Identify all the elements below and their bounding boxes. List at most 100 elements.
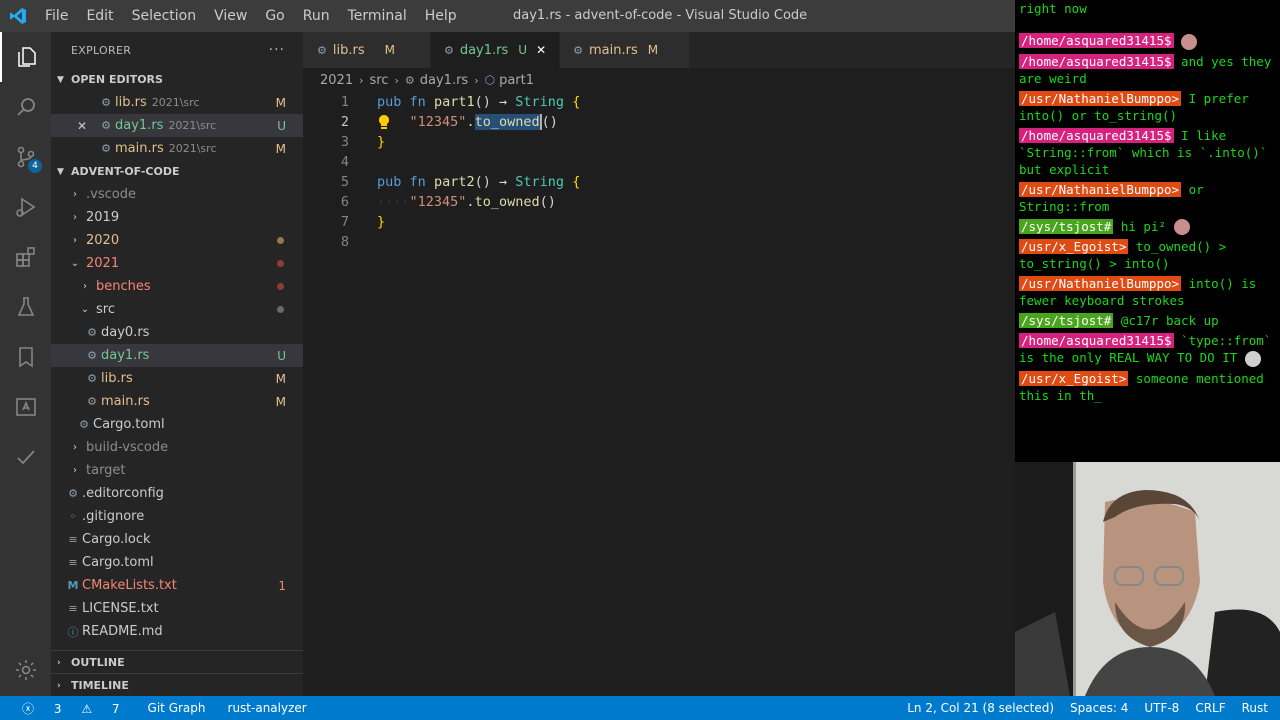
tree-folder[interactable]: › target bbox=[51, 459, 303, 482]
run-debug-icon[interactable] bbox=[0, 182, 51, 232]
chevron-down-icon: ▼ bbox=[57, 74, 64, 85]
explorer-icon[interactable] bbox=[0, 32, 51, 82]
code-line: "12345".to_owned() bbox=[409, 114, 558, 130]
tree-folder[interactable]: › .vscode bbox=[51, 183, 303, 206]
menu-help[interactable]: Help bbox=[416, 0, 466, 32]
tree-file[interactable]: ≡ Cargo.toml bbox=[51, 551, 303, 574]
chat-message: /usr/x_Egoist> to_owned() > to_string() … bbox=[1019, 239, 1227, 271]
chevron-right-icon: › bbox=[394, 73, 399, 87]
chevron-right-icon: › bbox=[57, 657, 61, 668]
rust-file-icon: ⚙ bbox=[443, 43, 454, 57]
menu-run[interactable]: Run bbox=[294, 0, 339, 32]
menu-view[interactable]: View bbox=[205, 0, 256, 32]
breadcrumb-item[interactable]: src bbox=[370, 73, 389, 88]
problems-indicator[interactable]: ⓧ 3 ⚠ 7 bbox=[0, 700, 136, 717]
rust-file-icon: ⚙ bbox=[101, 142, 111, 155]
tree-file[interactable]: ⚙ day1.rs U bbox=[51, 344, 303, 367]
gear-icon: ⚙ bbox=[68, 487, 78, 500]
breadcrumb-item[interactable]: day1.rs bbox=[420, 73, 468, 88]
menu-go[interactable]: Go bbox=[256, 0, 293, 32]
tree-file[interactable]: ≡ Cargo.lock bbox=[51, 528, 303, 551]
close-icon[interactable]: ✕ bbox=[77, 119, 97, 133]
settings-gear-icon[interactable] bbox=[0, 645, 51, 695]
chevron-right-icon: › bbox=[73, 442, 77, 453]
close-tab-icon[interactable]: ✕ bbox=[536, 43, 546, 57]
tree-folder[interactable]: ⌄ src bbox=[51, 298, 303, 321]
chevron-down-icon: ⌄ bbox=[80, 304, 90, 315]
project-section[interactable]: ▼ ADVENT-OF-CODE bbox=[51, 160, 303, 183]
error-dot bbox=[277, 283, 284, 290]
menu-edit[interactable]: Edit bbox=[77, 0, 122, 32]
eol-status[interactable]: CRLF bbox=[1187, 701, 1233, 715]
tab-lib-rs[interactable]: ⚙ lib.rs M bbox=[303, 32, 431, 68]
breadcrumb-item[interactable]: 2021 bbox=[320, 73, 353, 88]
chat-message: /home/asquared31415$ `type::from` is the… bbox=[1019, 333, 1272, 367]
tree-file[interactable]: ≡ LICENSE.txt bbox=[51, 597, 303, 620]
activity-bar: 4 bbox=[0, 32, 51, 696]
open-editor-main[interactable]: ⚙ main.rs 2021\src M bbox=[51, 137, 303, 160]
rust-analyzer-status[interactable]: rust-analyzer bbox=[220, 701, 315, 715]
emote-face-icon bbox=[1244, 350, 1261, 367]
tree-folder[interactable]: › build-vscode bbox=[51, 436, 303, 459]
tree-folder[interactable]: › 2019 bbox=[51, 206, 303, 229]
lines-icon: ≡ bbox=[68, 602, 78, 615]
rust-file-icon: ⚙ bbox=[317, 43, 327, 57]
indentation-status[interactable]: Spaces: 4 bbox=[1062, 701, 1136, 715]
tree-file[interactable]: ⚙ .editorconfig bbox=[51, 482, 303, 505]
m-icon: M bbox=[67, 579, 79, 592]
extensions-icon[interactable] bbox=[0, 232, 51, 282]
tree-file[interactable]: ◦ .gitignore bbox=[51, 505, 303, 528]
chat-message: /home/asquared31415$ I like `String::fro… bbox=[1019, 127, 1268, 177]
timeline-section[interactable]: › TIMELINE bbox=[51, 673, 303, 697]
tab-bar: ⚙ lib.rs M ⚙ day1.rs U ✕ ⚙ main.rs M bbox=[303, 32, 1015, 68]
code-line: pub fn part2() → String { bbox=[377, 174, 581, 190]
tree-file[interactable]: ⓘ README.md bbox=[51, 620, 303, 643]
tab-main-rs[interactable]: ⚙ main.rs M bbox=[560, 32, 691, 68]
open-editor-day1[interactable]: ✕ ⚙ day1.rs 2021\src U bbox=[51, 114, 303, 137]
testing-icon[interactable] bbox=[0, 282, 51, 332]
code-line: pub fn part1() → String { bbox=[377, 94, 581, 110]
outline-section[interactable]: › OUTLINE bbox=[51, 650, 303, 674]
open-editor-lib[interactable]: ⚙ lib.rs 2021\src M bbox=[51, 91, 303, 114]
tree-file[interactable]: ⚙ main.rs M bbox=[51, 390, 303, 413]
line-number: 5 bbox=[340, 174, 349, 190]
chevron-down-icon: ▼ bbox=[57, 166, 64, 177]
tree-file[interactable]: ⚙ lib.rs M bbox=[51, 367, 303, 390]
function-icon: ⬡ bbox=[484, 73, 496, 87]
menu-selection[interactable]: Selection bbox=[123, 0, 206, 32]
line-number: 2 bbox=[340, 114, 349, 130]
rust-file-icon: ⚙ bbox=[87, 372, 97, 385]
line-number: 3 bbox=[340, 134, 349, 150]
cursor-position[interactable]: Ln 2, Col 21 (8 selected) bbox=[899, 701, 1062, 715]
open-editors-section[interactable]: ▼ OPEN EDITORS bbox=[51, 68, 303, 91]
breadcrumb: 2021 › src › ⚙ day1.rs › ⬡ part1 bbox=[303, 68, 1015, 92]
tree-file[interactable]: M CMakeLists.txt 1 bbox=[51, 574, 303, 597]
source-control-icon[interactable]: 4 bbox=[0, 132, 51, 182]
tree-file[interactable]: ⚙ Cargo.toml bbox=[51, 413, 303, 436]
breadcrumb-item[interactable]: part1 bbox=[499, 73, 534, 88]
tree-folder[interactable]: › benches bbox=[51, 275, 303, 298]
line-number: 7 bbox=[340, 214, 349, 230]
checkmark-icon[interactable] bbox=[0, 432, 51, 482]
tab-day1-rs[interactable]: ⚙ day1.rs U ✕ bbox=[430, 32, 561, 68]
encoding-status[interactable]: UTF-8 bbox=[1136, 701, 1187, 715]
tree-file[interactable]: ⚙ day0.rs bbox=[51, 321, 303, 344]
tree-folder[interactable]: ⌄ 2021 bbox=[51, 252, 303, 275]
more-actions-icon[interactable]: ··· bbox=[269, 42, 285, 58]
language-mode[interactable]: Rust bbox=[1234, 701, 1280, 715]
bookmark-icon[interactable] bbox=[0, 332, 51, 382]
menu-file[interactable]: File bbox=[36, 0, 77, 32]
chevron-right-icon: › bbox=[83, 281, 87, 292]
search-icon[interactable] bbox=[0, 82, 51, 132]
menu-terminal[interactable]: Terminal bbox=[339, 0, 416, 32]
rust-file-icon: ⚙ bbox=[87, 395, 97, 408]
chevron-right-icon: › bbox=[73, 465, 77, 476]
gear-icon: ⚙ bbox=[79, 418, 89, 431]
chat-message: /home/asquared31415$ and yes they are we… bbox=[1019, 53, 1272, 86]
chat-message: /sys/tsjost# hi pi² bbox=[1015, 217, 1280, 238]
error-icon: ⓧ bbox=[22, 701, 35, 716]
line-number: 6 bbox=[340, 194, 349, 210]
git-graph-button[interactable]: Git Graph bbox=[140, 701, 214, 715]
tree-folder[interactable]: › 2020 bbox=[51, 229, 303, 252]
remote-explorer-icon[interactable] bbox=[0, 382, 51, 432]
